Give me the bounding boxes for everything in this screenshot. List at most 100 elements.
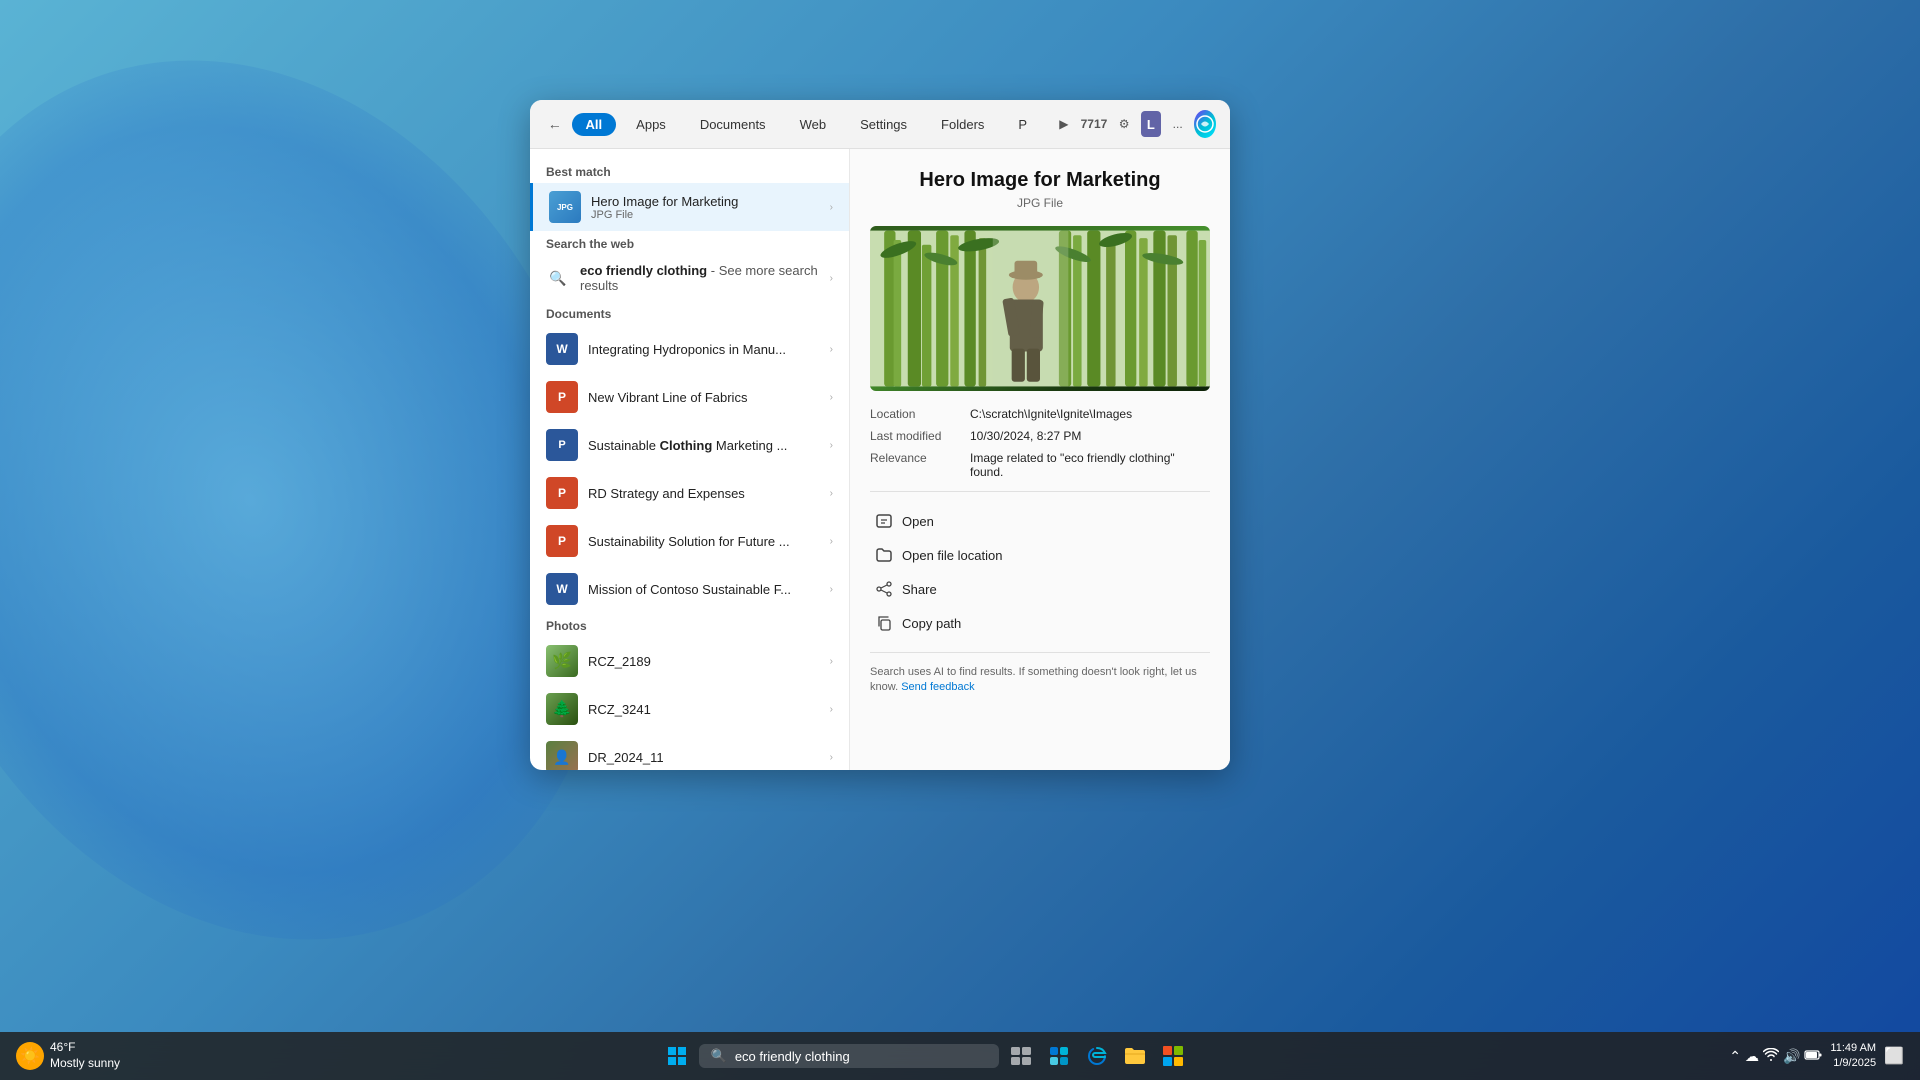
doc-title-5: Mission of Contoso Sustainable F... bbox=[588, 582, 830, 597]
ppt-icon-4: P bbox=[546, 525, 578, 557]
photo-item-1[interactable]: 🌲 RCZ_3241 › bbox=[530, 685, 849, 733]
wifi-icon[interactable] bbox=[1763, 1048, 1779, 1065]
taskbar: ☀️ 46°F Mostly sunny 🔍 bbox=[0, 1032, 1920, 1080]
doc-title-2: Sustainable Clothing Marketing ... bbox=[588, 438, 830, 453]
modified-value: 10/30/2024, 8:27 PM bbox=[970, 429, 1210, 443]
taskbar-center: 🔍 bbox=[120, 1040, 1729, 1072]
preview-title: Hero Image for Marketing bbox=[870, 169, 1210, 192]
send-feedback-link[interactable]: Send feedback bbox=[901, 681, 974, 693]
location-label: Location bbox=[870, 407, 970, 421]
ai-footer: Search uses AI to find results. If somet… bbox=[870, 665, 1210, 696]
tab-apps[interactable]: Apps bbox=[622, 113, 680, 136]
right-panel: Hero Image for Marketing JPG File bbox=[850, 149, 1230, 770]
documents-label: Documents bbox=[530, 301, 849, 325]
tab-all[interactable]: All bbox=[572, 113, 617, 136]
task-view-button[interactable] bbox=[1005, 1040, 1037, 1072]
system-tray: ⌃ ☁ 🔊 bbox=[1729, 1048, 1822, 1065]
back-button[interactable]: ← bbox=[544, 110, 566, 138]
doc-item-2[interactable]: P Sustainable Clothing Marketing ... › bbox=[530, 421, 849, 469]
search-icon: 🔍 bbox=[546, 266, 570, 290]
photo-title-2: DR_2024_11 bbox=[588, 750, 830, 765]
doc-item-3[interactable]: P RD Strategy and Expenses › bbox=[530, 469, 849, 517]
share-button[interactable]: Share bbox=[870, 572, 1210, 606]
relevance-value: Image related to "eco friendly clothing"… bbox=[970, 451, 1210, 479]
doc-item-4[interactable]: P Sustainability Solution for Future ...… bbox=[530, 517, 849, 565]
taskbar-left: ☀️ 46°F Mostly sunny bbox=[16, 1040, 120, 1071]
tab-settings[interactable]: Settings bbox=[846, 113, 921, 136]
open-file-location-label: Open file location bbox=[902, 548, 1002, 563]
cloud-icon[interactable]: ☁ bbox=[1745, 1048, 1759, 1065]
share-icon bbox=[874, 579, 894, 599]
ppt-icon-1: P bbox=[546, 381, 578, 413]
photo-title-1: RCZ_3241 bbox=[588, 702, 830, 717]
doc-title-3: RD Strategy and Expenses bbox=[588, 486, 830, 501]
tab-p[interactable]: P bbox=[1004, 113, 1041, 136]
weather-text: 46°F Mostly sunny bbox=[50, 1040, 120, 1071]
doc-title-0: Integrating Hydroponics in Manu... bbox=[588, 342, 830, 357]
chevron-up-icon[interactable]: ⌃ bbox=[1729, 1048, 1741, 1065]
widgets-button[interactable] bbox=[1043, 1040, 1075, 1072]
user-badge[interactable]: L bbox=[1141, 111, 1161, 137]
search-topbar: ← All Apps Documents Web Settings Folder… bbox=[530, 100, 1230, 149]
bottom-divider bbox=[870, 652, 1210, 653]
store-button[interactable] bbox=[1157, 1040, 1189, 1072]
copy-path-button[interactable]: Copy path bbox=[870, 606, 1210, 640]
photo-thumb-2: 👤 bbox=[546, 741, 578, 770]
settings-icon[interactable]: ⚙ bbox=[1113, 110, 1135, 138]
photo-title-0: RCZ_2189 bbox=[588, 654, 830, 669]
taskbar-search-bar[interactable]: 🔍 bbox=[699, 1044, 999, 1068]
notification-icon[interactable]: ⬜ bbox=[1884, 1046, 1904, 1066]
relevance-label: Relevance bbox=[870, 451, 970, 479]
count-badge: 7717 bbox=[1081, 117, 1108, 131]
ppt-icon-3: P bbox=[546, 477, 578, 509]
taskbar-search-icon: 🔍 bbox=[711, 1048, 727, 1064]
preview-filetype: JPG File bbox=[870, 196, 1210, 210]
jpg-file-icon: JPG bbox=[549, 191, 581, 223]
copy-path-label: Copy path bbox=[902, 616, 961, 631]
more-button[interactable]: ... bbox=[1167, 110, 1189, 138]
windows-start-button[interactable] bbox=[661, 1040, 693, 1072]
doc-item-5[interactable]: W Mission of Contoso Sustainable F... › bbox=[530, 565, 849, 613]
copy-icon bbox=[874, 613, 894, 633]
open-label: Open bbox=[902, 514, 934, 529]
folder-icon bbox=[874, 545, 894, 565]
taskbar-right: ⌃ ☁ 🔊 11:49 AM 1/9/2025 bbox=[1729, 1041, 1904, 1072]
divider bbox=[870, 491, 1210, 492]
word-icon-5: W bbox=[546, 573, 578, 605]
tab-web[interactable]: Web bbox=[786, 113, 841, 136]
doc-item-1[interactable]: P New Vibrant Line of Fabrics › bbox=[530, 373, 849, 421]
weather-icon: ☀️ bbox=[16, 1042, 44, 1070]
preview-image bbox=[870, 226, 1210, 391]
clock[interactable]: 11:49 AM 1/9/2025 bbox=[1830, 1041, 1876, 1072]
main-content: Best match JPG Hero Image for Marketing … bbox=[530, 149, 1230, 770]
taskbar-search-input[interactable] bbox=[735, 1049, 975, 1064]
tab-folders[interactable]: Folders bbox=[927, 113, 998, 136]
doc-title-4: Sustainability Solution for Future ... bbox=[588, 534, 830, 549]
modified-label: Last modified bbox=[870, 429, 970, 443]
photos-label: Photos bbox=[530, 613, 849, 637]
search-web-item[interactable]: 🔍 eco friendly clothing - See more searc… bbox=[530, 255, 849, 301]
file-explorer-button[interactable] bbox=[1119, 1040, 1151, 1072]
doc-item-0[interactable]: W Integrating Hydroponics in Manu... › bbox=[530, 325, 849, 373]
best-match-subtitle: JPG File bbox=[591, 209, 830, 221]
open-file-location-button[interactable]: Open file location bbox=[870, 538, 1210, 572]
doc-title-1: New Vibrant Line of Fabrics bbox=[588, 390, 830, 405]
play-button[interactable]: ▶ bbox=[1053, 110, 1075, 138]
search-web-text: eco friendly clothing - See more search … bbox=[580, 263, 830, 293]
search-web-arrow: › bbox=[830, 273, 833, 284]
copilot-icon[interactable] bbox=[1194, 110, 1216, 138]
tab-documents[interactable]: Documents bbox=[686, 113, 780, 136]
weather-widget[interactable]: ☀️ 46°F Mostly sunny bbox=[16, 1040, 120, 1071]
photo-item-2[interactable]: 👤 DR_2024_11 › bbox=[530, 733, 849, 770]
battery-icon[interactable] bbox=[1804, 1048, 1822, 1064]
pptx-icon-2: P bbox=[546, 429, 578, 461]
best-match-item[interactable]: JPG Hero Image for Marketing JPG File › bbox=[530, 183, 849, 231]
photo-item-0[interactable]: 🌿 RCZ_2189 › bbox=[530, 637, 849, 685]
edge-browser-button[interactable] bbox=[1081, 1040, 1113, 1072]
left-panel: Best match JPG Hero Image for Marketing … bbox=[530, 149, 850, 770]
open-button[interactable]: Open bbox=[870, 504, 1210, 538]
volume-icon[interactable]: 🔊 bbox=[1783, 1048, 1800, 1065]
photo-thumb-1: 🌲 bbox=[546, 693, 578, 725]
best-match-text: Hero Image for Marketing JPG File bbox=[591, 194, 830, 221]
share-label: Share bbox=[902, 582, 937, 597]
